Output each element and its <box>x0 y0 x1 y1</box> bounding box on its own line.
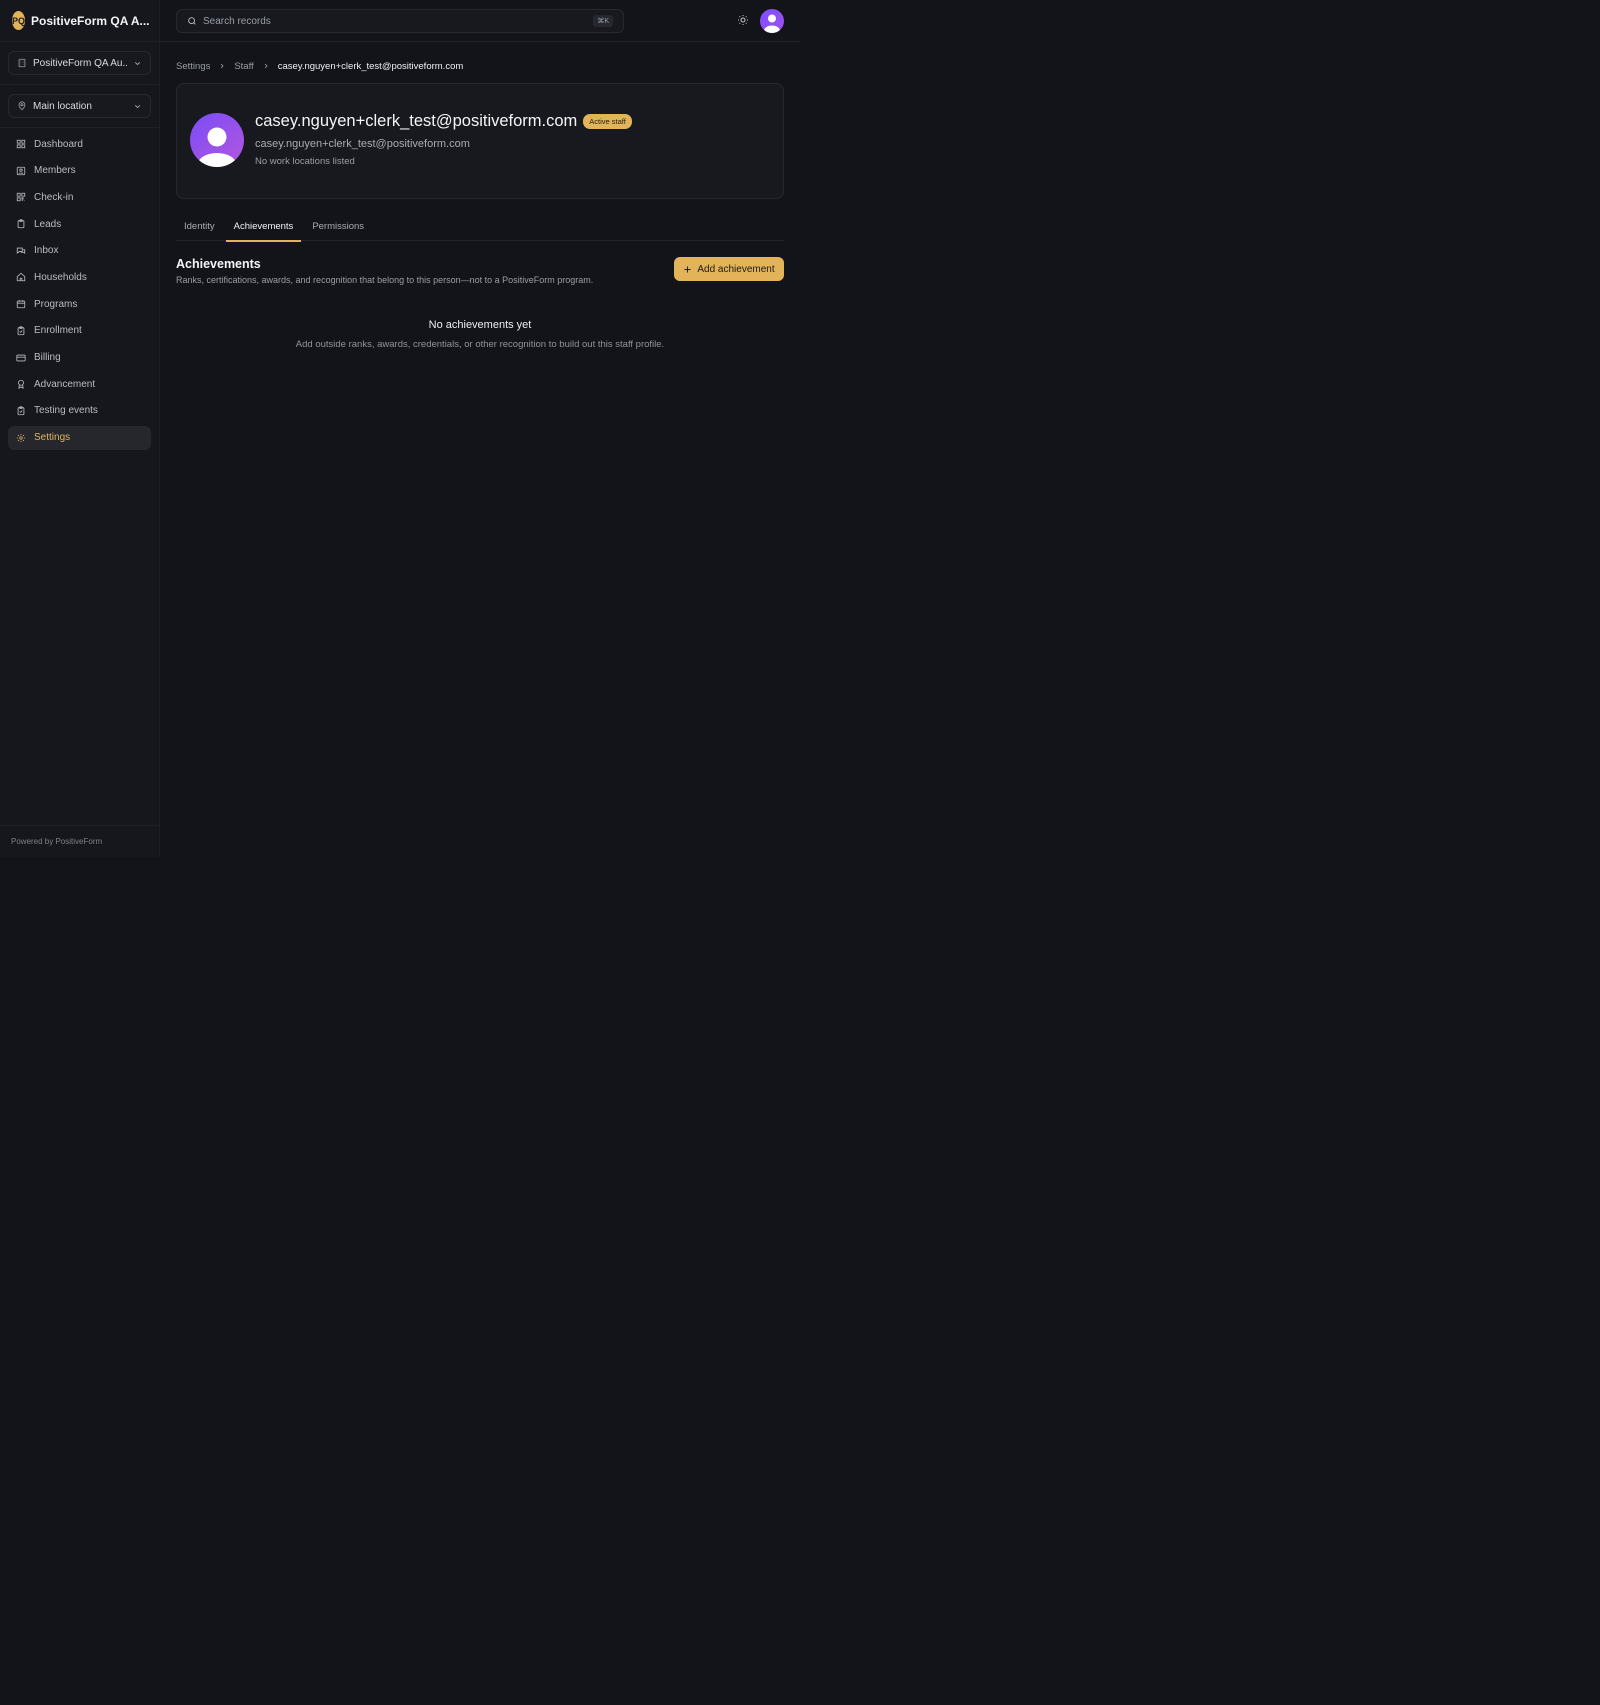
sidebar-item-label: Leads <box>34 218 62 230</box>
brand-name: PositiveForm QA A... <box>31 13 150 28</box>
sidebar-item-label: Inbox <box>34 245 59 257</box>
profile-tabs: Identity Achievements Permissions <box>176 216 784 242</box>
clipboard-check-icon <box>17 326 25 335</box>
search-input[interactable]: Search records ⌘K <box>176 9 624 33</box>
map-pin-icon <box>18 101 26 111</box>
calendar-icon <box>16 300 26 309</box>
user-icon <box>764 14 780 33</box>
location-selector-label: Main location <box>33 100 92 112</box>
sidebar-item-label: Dashboard <box>34 138 83 150</box>
status-badge: Active staff <box>583 114 632 129</box>
home-icon <box>16 273 26 282</box>
sidebar-item-households[interactable]: Households <box>8 265 151 289</box>
tab-achievements[interactable]: Achievements <box>225 216 302 242</box>
sidebar-item-check-in[interactable]: Check-in <box>8 185 151 209</box>
sidebar-item-label: Enrollment <box>34 325 82 337</box>
profile-email: casey.nguyen+clerk_test@positiveform.com <box>255 138 470 150</box>
breadcrumb-settings[interactable]: Settings <box>176 61 210 72</box>
profile-name: casey.nguyen+clerk_test@positiveform.com <box>255 112 578 130</box>
sidebar-item-settings[interactable]: Settings <box>8 425 151 450</box>
members-icon <box>16 166 26 175</box>
breadcrumb-staff[interactable]: Staff <box>234 61 253 72</box>
search-icon <box>188 17 196 25</box>
empty-state-subtitle: Add outside ranks, awards, credentials, … <box>295 339 665 350</box>
sidebar-item-label: Settings <box>34 432 71 444</box>
sidebar-item-label: Advancement <box>34 378 96 390</box>
sidebar-item-label: Check-in <box>34 191 74 203</box>
chevron-down-icon <box>134 104 141 108</box>
empty-state: No achievements yet Add outside ranks, a… <box>176 319 784 350</box>
tab-identity[interactable]: Identity <box>176 216 223 241</box>
sidebar-item-enrollment[interactable]: Enrollment <box>8 319 151 343</box>
tab-permissions[interactable]: Permissions <box>304 216 372 241</box>
user-icon <box>198 127 236 167</box>
sidebar-item-leads[interactable]: Leads <box>8 212 151 236</box>
sidebar-item-label: Programs <box>34 298 78 310</box>
search-shortcut-badge: ⌘K <box>593 15 613 27</box>
qr-code-icon <box>16 193 26 202</box>
breadcrumb-current: casey.nguyen+clerk_test@positiveform.com <box>277 60 464 72</box>
award-icon <box>18 380 24 390</box>
dashboard-icon <box>16 139 26 149</box>
sun-icon[interactable] <box>737 14 749 26</box>
clipboard-list-icon <box>17 406 25 416</box>
app: PQ PositiveForm QA A... PositiveForm QA … <box>0 0 800 857</box>
chat-icon <box>16 247 26 254</box>
empty-state-title: No achievements yet <box>428 319 532 331</box>
add-achievement-label: Add achievement <box>697 263 775 275</box>
sidebar-item-label: Billing <box>34 352 61 363</box>
breadcrumb: Settings Staff casey.nguyen+clerk_test@p… <box>176 59 784 73</box>
brand-logo: PQ <box>12 11 26 30</box>
sidebar-item-programs[interactable]: Programs <box>8 292 151 316</box>
brand[interactable]: PQ PositiveForm QA A... <box>0 0 159 42</box>
building-icon <box>18 58 26 68</box>
org-selector-label: PositiveForm QA Au... <box>33 57 127 69</box>
gear-icon <box>16 433 26 442</box>
sidebar-item-members[interactable]: Members <box>8 159 151 183</box>
sidebar-item-inbox[interactable]: Inbox <box>8 239 151 263</box>
org-selector[interactable]: PositiveForm QA Au... <box>8 51 151 75</box>
achievements-header: Achievements Ranks, certifications, awar… <box>176 257 784 297</box>
sidebar-item-billing[interactable]: Billing <box>8 346 151 370</box>
profile-card: casey.nguyen+clerk_test@positiveform.com… <box>176 83 784 199</box>
profile-locations: No work locations listed <box>255 156 355 167</box>
clipboard-icon <box>17 219 25 229</box>
add-achievement-button[interactable]: Add achievement <box>674 257 784 281</box>
chevron-right-icon <box>264 63 268 69</box>
location-selector[interactable]: Main location <box>8 94 151 118</box>
plus-icon <box>684 266 691 272</box>
main-content: Settings Staff casey.nguyen+clerk_test@p… <box>176 42 784 350</box>
chevron-right-icon <box>221 63 224 69</box>
chevron-down-icon <box>134 61 141 65</box>
sidebar-item-advancement[interactable]: Advancement <box>8 372 151 396</box>
sidebar-item-label: Testing events <box>34 405 98 417</box>
sidebar-item-label: Members <box>34 165 76 177</box>
search-placeholder: Search records <box>203 15 271 27</box>
sidebar-nav: Dashboard Members Check-in Leads Inbox H… <box>0 128 159 456</box>
user-avatar[interactable] <box>760 9 784 33</box>
sidebar: PQ PositiveForm QA A... PositiveForm QA … <box>0 0 160 857</box>
powered-by[interactable]: Powered by PositiveForm <box>0 825 160 857</box>
topbar: Search records ⌘K <box>160 0 800 42</box>
sidebar-item-label: Households <box>34 271 87 283</box>
sidebar-item-dashboard[interactable]: Dashboard <box>8 132 151 156</box>
credit-card-icon <box>16 354 26 361</box>
profile-avatar <box>190 113 244 167</box>
sidebar-item-testing-events[interactable]: Testing events <box>8 399 151 423</box>
